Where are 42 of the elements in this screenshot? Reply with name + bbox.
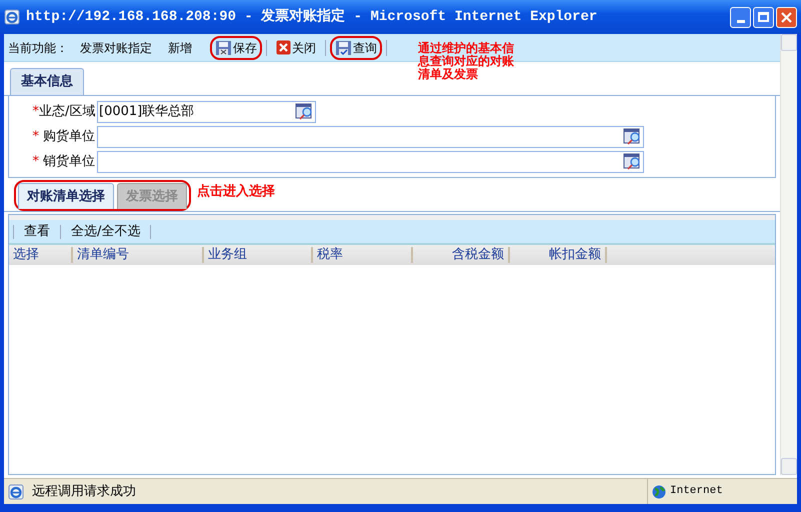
- window-title: http://192.168.168.208:90 - 发票对账指定 - Microsoft Internet Explorer: [26, 6, 598, 26]
- field-label: 购货单位: [42, 128, 96, 146]
- status-message: 远程调用请求成功: [32, 482, 136, 501]
- lookup-icon[interactable]: [623, 153, 642, 170]
- mode-label: 新增: [168, 40, 192, 56]
- input-field[interactable]: [97, 126, 644, 148]
- column-header: 选择: [13, 246, 39, 264]
- close-icon: [276, 40, 291, 55]
- toolbar-button[interactable]: 关闭: [271, 36, 321, 60]
- required-mark: *: [32, 102, 39, 121]
- minimize-button[interactable]: [730, 6, 751, 28]
- field-label: 销货单位: [42, 152, 96, 171]
- grid-toolbar-button[interactable]: 查看: [14, 222, 60, 242]
- column-header: 帐扣金额: [549, 246, 601, 264]
- column-header: 税率: [317, 246, 343, 264]
- column-header: 业务组: [208, 246, 247, 264]
- section-tab[interactable]: 基本信息: [10, 68, 84, 95]
- field-label: 业态/区域: [39, 102, 96, 121]
- annotation-note: 通过维护的基本信息查询对应的对账清单及发票: [418, 42, 515, 81]
- input-field[interactable]: [97, 150, 644, 172]
- lookup-icon[interactable]: [623, 128, 642, 145]
- lookup-icon[interactable]: [295, 103, 314, 120]
- toolbar-button[interactable]: 查询: [330, 36, 382, 60]
- required-mark: *: [32, 152, 39, 171]
- page-icon: [8, 484, 24, 500]
- grid-toolbar-button[interactable]: 全选/全不选: [61, 222, 150, 242]
- zone-label: Internet: [670, 484, 723, 500]
- globe-icon: [652, 484, 666, 498]
- function-name: 发票对账指定: [80, 40, 152, 56]
- column-header: 清单编号: [77, 246, 129, 264]
- function-label: 当前功能：: [8, 40, 68, 56]
- column-header: 含税金额: [452, 246, 504, 264]
- close-icon: [781, 12, 792, 22]
- input-field[interactable]: [0001]联华总部: [97, 100, 316, 122]
- browser-icon: [4, 9, 20, 25]
- maximize-button[interactable]: [753, 6, 774, 28]
- tab[interactable]: 对账清单选择: [18, 183, 114, 209]
- toolbar-button[interactable]: 保存: [210, 36, 262, 60]
- annotation-note: 点击进入选择: [197, 182, 275, 200]
- floppy-check-icon: [335, 40, 352, 56]
- required-mark: *: [32, 128, 39, 146]
- close-button[interactable]: [776, 6, 797, 28]
